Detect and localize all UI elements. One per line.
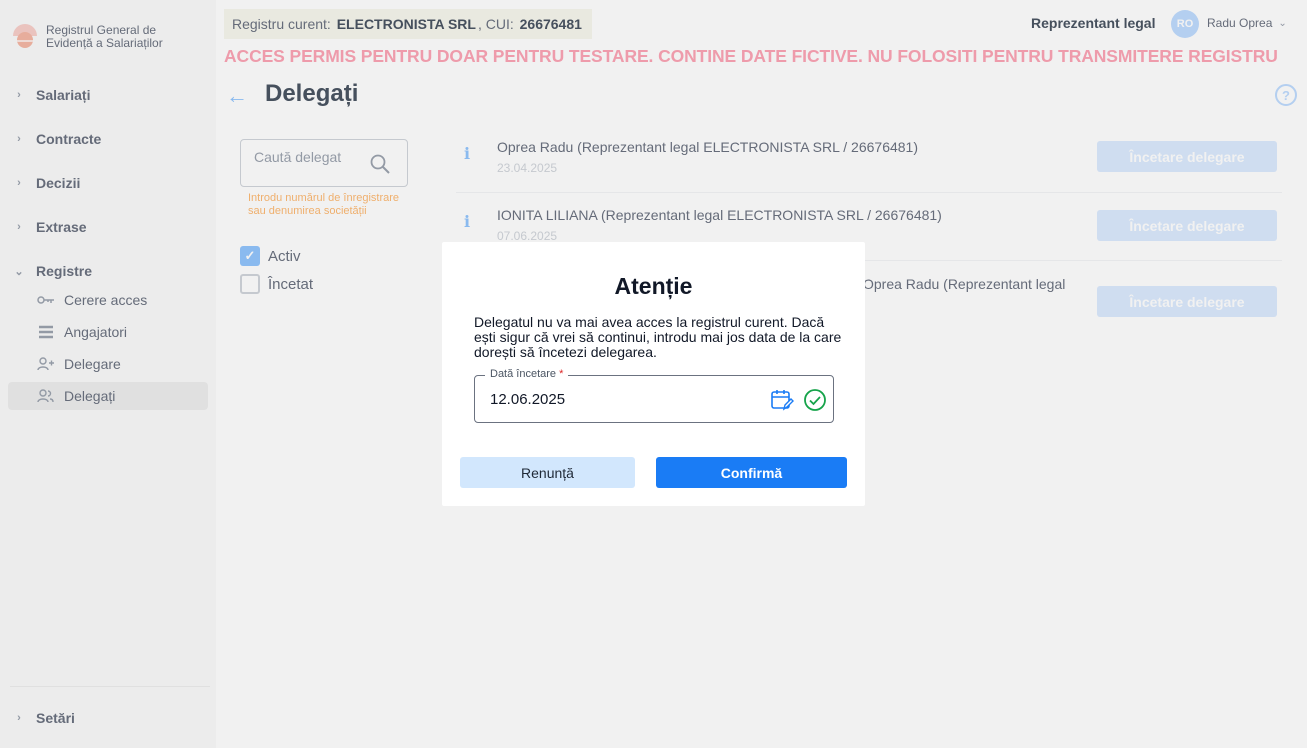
confirm-dialog: Atenție Delegatul nu va mai avea acces l… (442, 242, 865, 506)
required-marker: * (559, 368, 564, 380)
cancel-button[interactable]: Renunță (460, 457, 635, 488)
dialog-message: Delegatul nu va mai avea acces la regist… (474, 314, 842, 360)
confirm-button[interactable]: Confirmă (656, 457, 847, 488)
end-date-field[interactable]: Dată încetare * 12.06.2025 (474, 368, 834, 423)
end-date-value: 12.06.2025 (490, 391, 566, 408)
calendar-edit-icon[interactable] (770, 388, 794, 417)
check-circle-icon (803, 388, 827, 417)
dialog-title: Atenție (614, 273, 693, 299)
end-date-label: Dată încetare * (485, 368, 569, 380)
